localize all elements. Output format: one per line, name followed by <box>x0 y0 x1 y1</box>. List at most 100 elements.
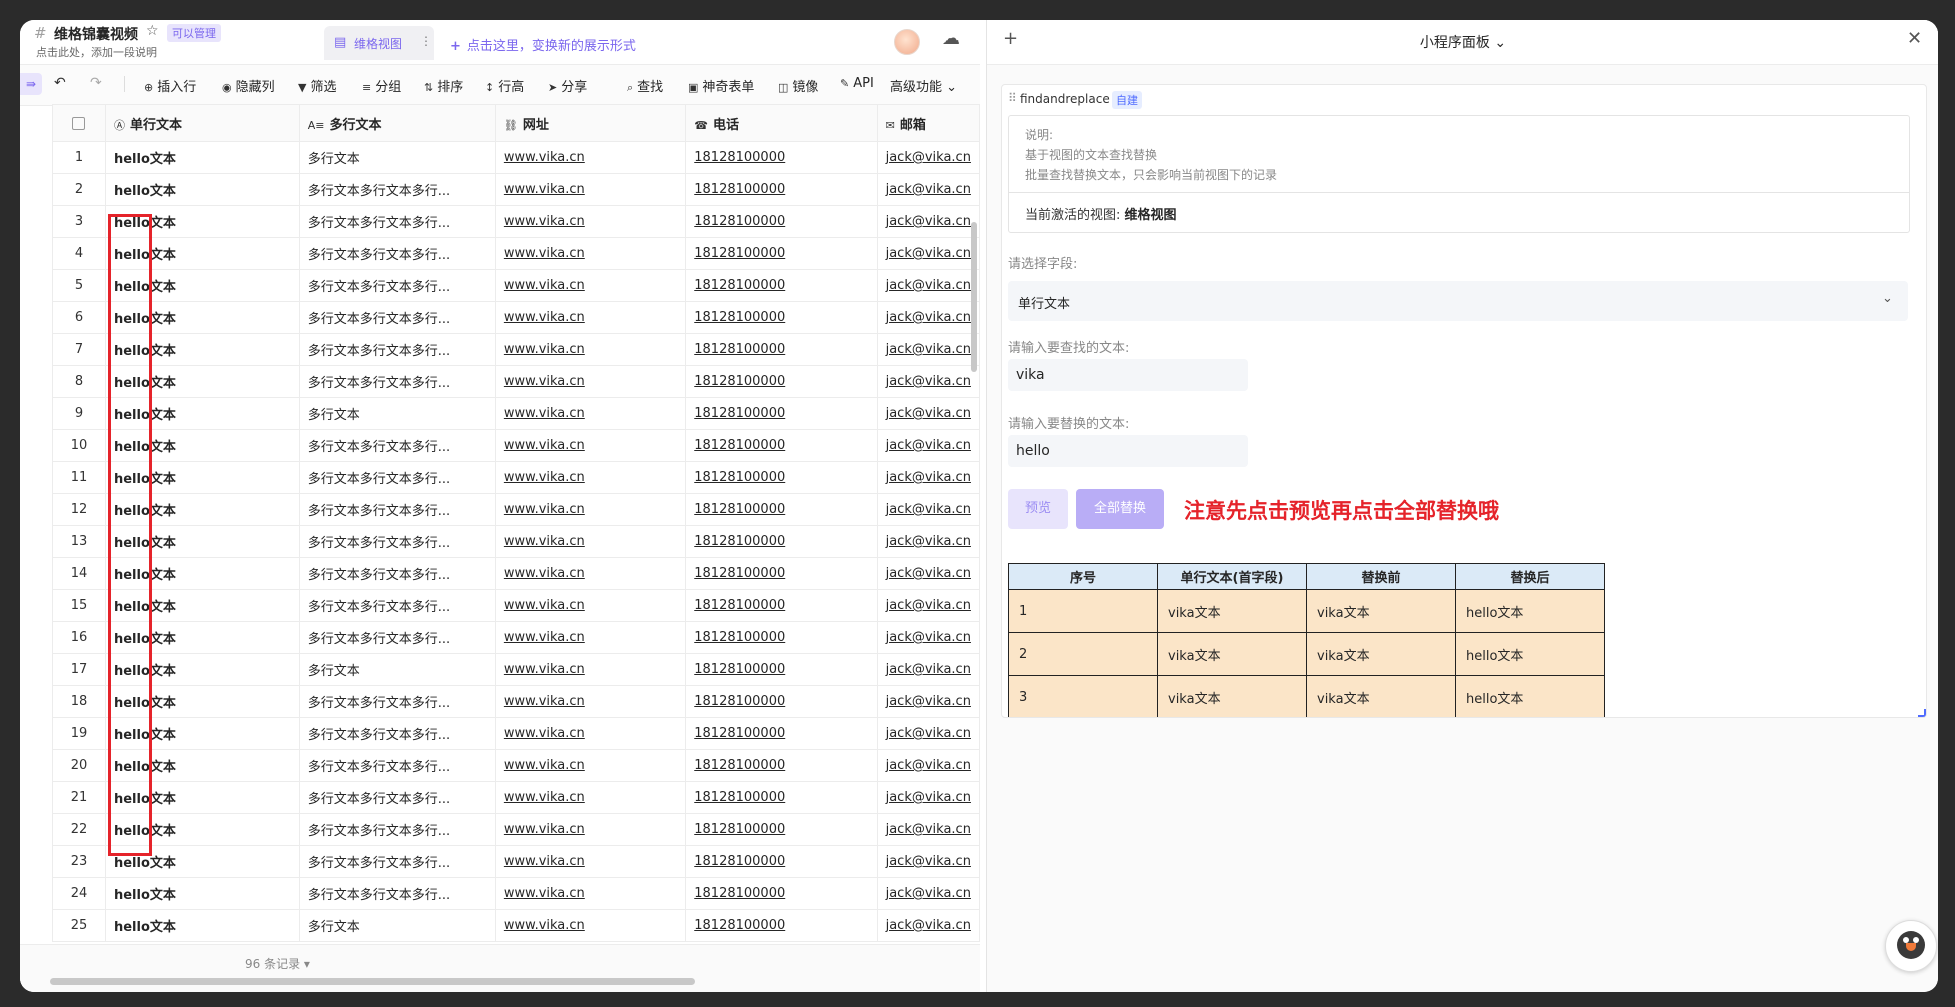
table-row[interactable]: 24 hello文本 多行文本多行文本多行... www.vika.cn 1812810… <box>52 877 980 910</box>
cell-num[interactable]: 19 <box>52 717 106 750</box>
cell-multi[interactable]: 多行文本多行文本多行... <box>298 813 496 846</box>
sort-button[interactable]: ⇅ 排序 <box>424 76 463 95</box>
cell-multi[interactable]: 多行文本多行文本多行... <box>298 301 496 334</box>
cell-num[interactable]: 13 <box>52 525 106 558</box>
cell-num[interactable]: 10 <box>52 429 106 462</box>
cell-multi[interactable]: 多行文本多行文本多行... <box>298 749 496 782</box>
cell-num[interactable]: 18 <box>52 685 106 718</box>
cell-single[interactable]: hello文本 <box>104 365 300 398</box>
cell-single[interactable]: hello文本 <box>104 141 300 174</box>
cell-multi[interactable]: 多行文本多行文本多行... <box>298 589 496 622</box>
column-header-phone[interactable]: ☎ 电话 <box>685 104 878 142</box>
column-header-url[interactable]: ⛓ 网址 <box>494 104 687 142</box>
cell-num[interactable]: 1 <box>52 141 106 174</box>
cell-multi[interactable]: 多行文本 <box>298 653 496 686</box>
table-row[interactable]: 23 hello文本 多行文本多行文本多行... www.vika.cn 1812810… <box>52 845 980 878</box>
form-button[interactable]: ▣ 神奇表单 <box>688 76 754 95</box>
table-row[interactable]: 20 hello文本 多行文本多行文本多行... www.vika.cn 1812810… <box>52 749 980 782</box>
cell-single[interactable]: hello文本 <box>104 717 300 750</box>
cell-multi[interactable]: 多行文本多行文本多行... <box>298 205 496 238</box>
cell-single[interactable]: hello文本 <box>104 557 300 590</box>
cell-num[interactable]: 12 <box>52 493 106 526</box>
cell-url[interactable]: www.vika.cn <box>494 301 687 334</box>
cell-url[interactable]: www.vika.cn <box>494 877 687 910</box>
mirror-button[interactable]: ◫ 镜像 <box>778 76 818 95</box>
table-row[interactable]: 22 hello文本 多行文本多行文本多行... www.vika.cn 1812810… <box>52 813 980 846</box>
cell-email[interactable]: jack@vika.cn <box>876 493 980 526</box>
cell-num[interactable]: 7 <box>52 333 106 366</box>
cell-single[interactable]: hello文本 <box>104 781 300 814</box>
cell-multi[interactable]: 多行文本 <box>298 141 496 174</box>
cell-phone[interactable]: 18128100000 <box>685 525 878 558</box>
cell-phone[interactable]: 18128100000 <box>685 237 878 270</box>
vertical-scrollbar[interactable] <box>971 222 977 372</box>
api-button[interactable]: ✎ API <box>840 76 874 91</box>
horizontal-scrollbar[interactable] <box>50 978 695 985</box>
cell-phone[interactable]: 18128100000 <box>685 397 878 430</box>
cell-multi[interactable]: 多行文本多行文本多行... <box>298 525 496 558</box>
cell-multi[interactable]: 多行文本多行文本多行... <box>298 493 496 526</box>
cell-url[interactable]: www.vika.cn <box>494 333 687 366</box>
cell-phone[interactable]: 18128100000 <box>685 877 878 910</box>
cell-phone[interactable]: 18128100000 <box>685 685 878 718</box>
table-row[interactable]: 18 hello文本 多行文本多行文本多行... www.vika.cn 1812810… <box>52 685 980 718</box>
cell-single[interactable]: hello文本 <box>104 205 300 238</box>
table-row[interactable]: 7 hello文本 多行文本多行文本多行... www.vika.cn 18128100… <box>52 333 980 366</box>
record-count[interactable]: 96 条记录 ▾ <box>245 955 310 972</box>
select-all-header[interactable] <box>52 104 106 142</box>
table-row[interactable]: 14 hello文本 多行文本多行文本多行... www.vika.cn 1812810… <box>52 557 980 590</box>
cell-email[interactable]: jack@vika.cn <box>876 557 980 590</box>
table-row[interactable]: 21 hello文本 多行文本多行文本多行... www.vika.cn 1812810… <box>52 781 980 814</box>
cell-single[interactable]: hello文本 <box>104 301 300 334</box>
cell-url[interactable]: www.vika.cn <box>494 525 687 558</box>
cell-phone[interactable]: 18128100000 <box>685 589 878 622</box>
replace-all-button[interactable]: 全部替换 <box>1076 489 1164 529</box>
cell-multi[interactable]: 多行文本多行文本多行... <box>298 173 496 206</box>
cell-email[interactable]: jack@vika.cn <box>876 333 980 366</box>
cell-phone[interactable]: 18128100000 <box>685 621 878 654</box>
cell-phone[interactable]: 18128100000 <box>685 365 878 398</box>
cell-num[interactable]: 24 <box>52 877 106 910</box>
cell-email[interactable]: jack@vika.cn <box>876 589 980 622</box>
cell-email[interactable]: jack@vika.cn <box>876 781 980 814</box>
cell-url[interactable]: www.vika.cn <box>494 365 687 398</box>
cell-email[interactable]: jack@vika.cn <box>876 301 980 334</box>
cell-url[interactable]: www.vika.cn <box>494 653 687 686</box>
hide-columns-button[interactable]: ◉ 隐藏列 <box>222 76 275 95</box>
cell-phone[interactable]: 18128100000 <box>685 909 878 942</box>
cell-email[interactable]: jack@vika.cn <box>876 237 980 270</box>
cell-phone[interactable]: 18128100000 <box>685 813 878 846</box>
table-row[interactable]: 11 hello文本 多行文本多行文本多行... www.vika.cn 1812810… <box>52 461 980 494</box>
cell-num[interactable]: 15 <box>52 589 106 622</box>
cell-email[interactable]: jack@vika.cn <box>876 877 980 910</box>
row-height-button[interactable]: ↕ 行高 <box>485 76 524 95</box>
cell-phone[interactable]: 18128100000 <box>685 333 878 366</box>
cell-multi[interactable]: 多行文本多行文本多行... <box>298 429 496 462</box>
cell-url[interactable]: www.vika.cn <box>494 781 687 814</box>
cell-phone[interactable]: 18128100000 <box>685 301 878 334</box>
cell-num[interactable]: 4 <box>52 237 106 270</box>
redo-icon[interactable]: ↷ <box>90 75 102 91</box>
table-row[interactable]: 5 hello文本 多行文本多行文本多行... www.vika.cn 18128100… <box>52 269 980 302</box>
cell-phone[interactable]: 18128100000 <box>685 557 878 590</box>
cell-single[interactable]: hello文本 <box>104 877 300 910</box>
cell-multi[interactable]: 多行文本 <box>298 397 496 430</box>
avatar[interactable] <box>894 29 920 55</box>
datasheet-title[interactable]: 维格锦囊视频 <box>54 24 138 44</box>
cell-single[interactable]: hello文本 <box>104 493 300 526</box>
cell-single[interactable]: hello文本 <box>104 429 300 462</box>
cell-num[interactable]: 16 <box>52 621 106 654</box>
cell-phone[interactable]: 18128100000 <box>685 781 878 814</box>
assistant-mascot-icon[interactable] <box>1885 920 1937 972</box>
cell-num[interactable]: 5 <box>52 269 106 302</box>
cell-num[interactable]: 3 <box>52 205 106 238</box>
select-all-checkbox[interactable] <box>72 116 86 130</box>
cell-url[interactable]: www.vika.cn <box>494 461 687 494</box>
cell-single[interactable]: hello文本 <box>104 749 300 782</box>
cell-multi[interactable]: 多行文本多行文本多行... <box>298 333 496 366</box>
cell-url[interactable]: www.vika.cn <box>494 621 687 654</box>
star-icon[interactable]: ☆ <box>146 23 159 39</box>
field-select[interactable]: 单行文本 ⌄ <box>1008 281 1908 321</box>
cell-phone[interactable]: 18128100000 <box>685 269 878 302</box>
cell-email[interactable]: jack@vika.cn <box>876 429 980 462</box>
